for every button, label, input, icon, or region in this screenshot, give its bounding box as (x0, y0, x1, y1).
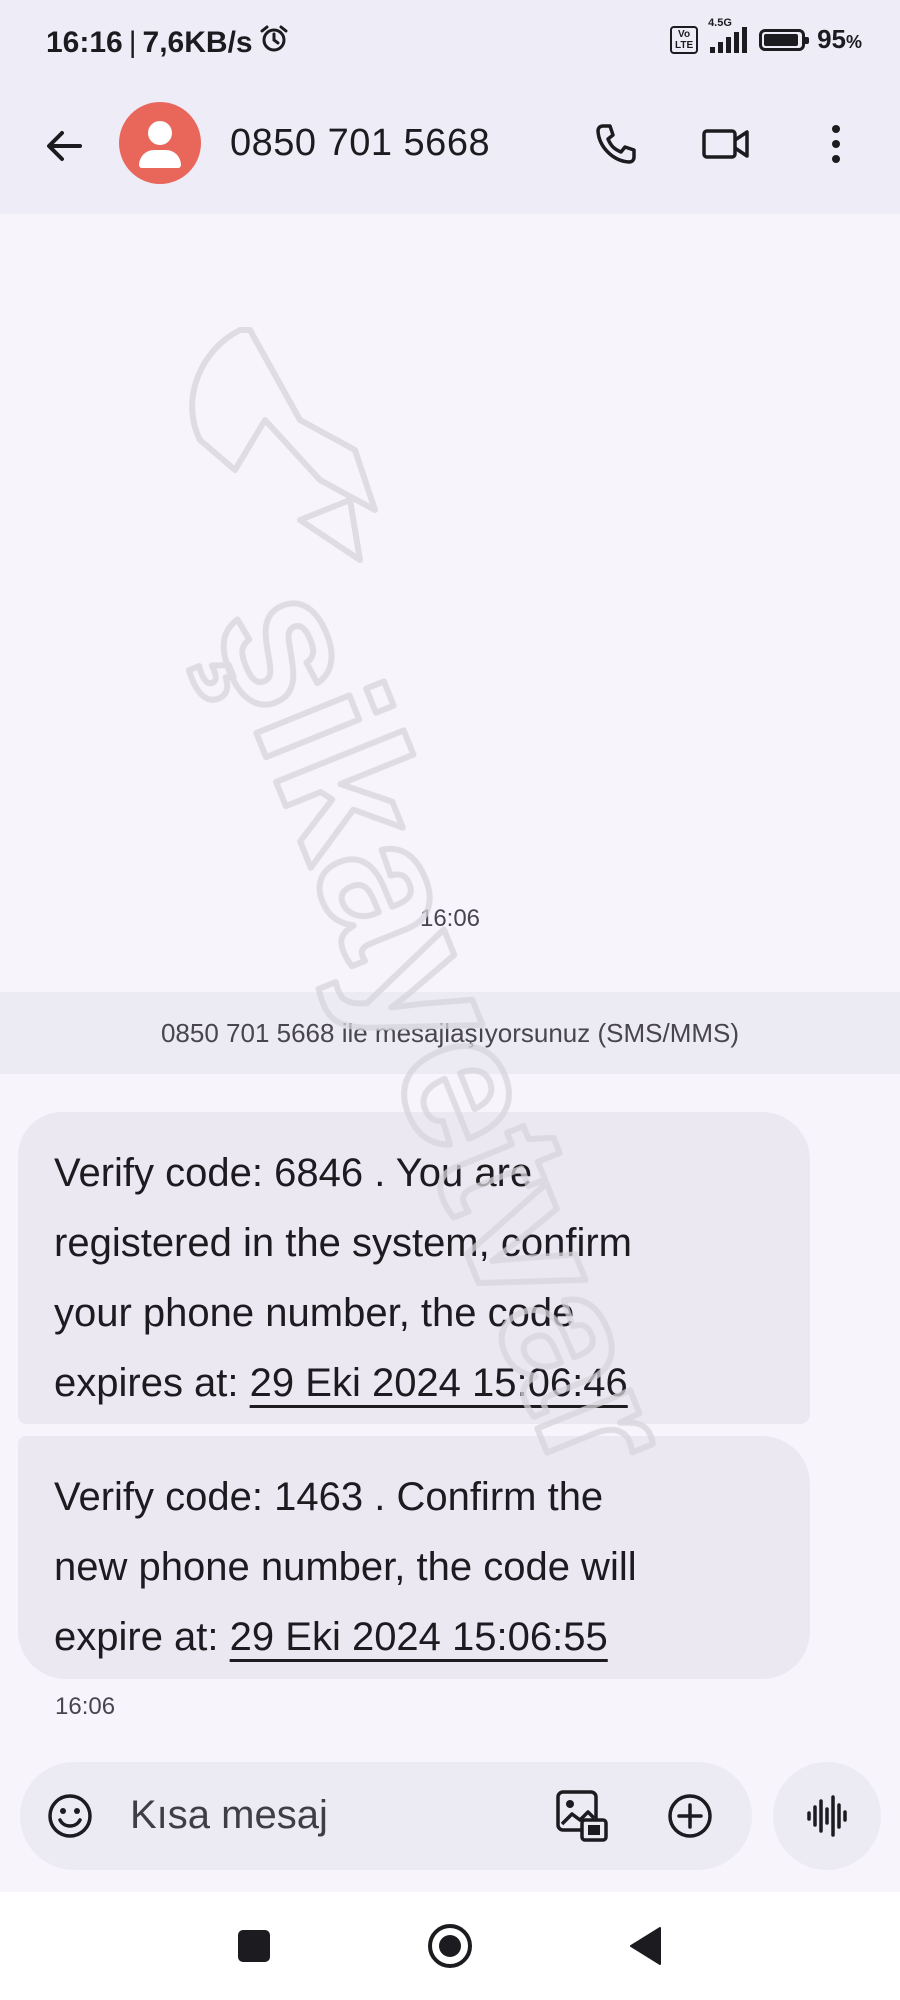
system-nav-bar (0, 1892, 900, 2000)
back-triangle-icon[interactable] (618, 1918, 674, 1974)
contact-name[interactable]: 0850 701 5668 (230, 122, 490, 165)
add-circle-icon[interactable] (666, 1792, 714, 1845)
status-separator: | (128, 26, 137, 59)
network-type: 4.5G (708, 16, 732, 29)
volte-icon: Vo LTE (670, 25, 699, 54)
message-line: Verify code: 6846 . You are (54, 1151, 533, 1195)
message-bubble[interactable]: Verify code: 6846 . You are registered i… (18, 1112, 810, 1424)
net-speed: 7,6KB/s (142, 26, 253, 59)
app-bar: 0850 701 5668 (0, 88, 900, 214)
status-bar: 16:16 | 7,6KB/s Vo LTE 4.5G 95% (0, 0, 900, 88)
phone-icon[interactable] (588, 116, 644, 172)
home-circle-icon[interactable] (422, 1918, 478, 1974)
battery-level: 95% (817, 24, 862, 54)
more-vert-icon[interactable] (808, 116, 864, 172)
back-arrow-icon[interactable] (36, 118, 92, 174)
date-link[interactable]: 29 Eki 2024 15:06:46 (250, 1361, 628, 1405)
avatar-person-icon[interactable] (119, 102, 201, 184)
voice-record-icon[interactable] (773, 1762, 881, 1870)
gallery-icon[interactable] (554, 1788, 610, 1849)
compose-bar (20, 1762, 752, 1870)
message-line: new phone number, the code will (54, 1545, 637, 1589)
message-line: expires at: 29 Eki 2024 15:06:46 (54, 1361, 628, 1405)
message-line: registered in the system, confirm (54, 1221, 632, 1265)
conversation-timestamp: 16:06 (419, 905, 481, 932)
video-camera-icon[interactable] (698, 116, 754, 172)
message-line: Verify code: 1463 . Confirm the (54, 1475, 604, 1519)
message-line: expire at: 29 Eki 2024 15:06:55 (54, 1615, 608, 1659)
battery-icon (759, 28, 810, 51)
status-time: 16:16 (46, 26, 123, 59)
message-input[interactable] (128, 1792, 532, 1839)
emoji-icon[interactable] (46, 1792, 94, 1845)
status-right: Vo LTE 4.5G 95% (670, 17, 862, 55)
message-time: 16:06 (55, 1693, 116, 1720)
signal-icon: 4.5G (708, 17, 748, 53)
status-left: 16:16 | 7,6KB/s (46, 24, 289, 62)
message-line: your phone number, the code (54, 1291, 575, 1335)
alarm-icon (259, 24, 289, 62)
info-banner: 0850 701 5668 ile mesajlaşıyorsunuz (SMS… (0, 992, 900, 1074)
message-bubble[interactable]: Verify code: 1463 . Confirm the new phon… (18, 1436, 810, 1679)
recents-square-icon[interactable] (226, 1918, 282, 1974)
date-link[interactable]: 29 Eki 2024 15:06:55 (230, 1615, 608, 1659)
